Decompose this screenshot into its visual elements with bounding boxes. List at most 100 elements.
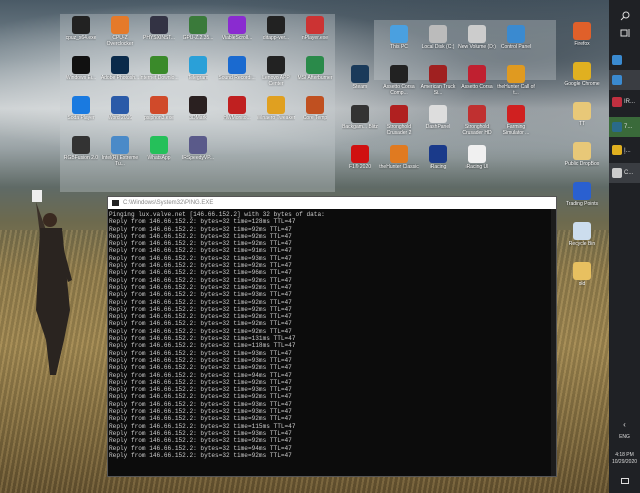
desktop-shortcut[interactable]: RGBFusion 2.0 [61,136,101,176]
desktop-shortcut[interactable]: Local Disk (C:) [418,25,458,65]
shortcut-label: F1® 2020 [348,164,372,170]
shortcut-label: RGBFusion 2.0 [63,155,99,161]
desktop-shortcut[interactable]: Google Chrome [562,62,602,102]
cmd-output[interactable]: Pinging lux.valve.net [146.66.152.2] wit… [108,209,556,461]
desktop-shortcut[interactable]: Control Panel [496,25,536,65]
taskbar-app[interactable]: IR... [609,92,640,112]
desktop-shortcut[interactable]: iRacing UI [457,145,497,185]
desktop-shortcut[interactable]: Windows Ei... [61,56,101,96]
desktop-shortcut[interactable]: Public DropBox [562,142,602,182]
desktop-icons-right: This PC Local Disk (C:) New Volume (D:) Con… [340,25,535,185]
taskbar-app[interactable] [609,70,640,90]
desktop-shortcut[interactable]: Soda Player [61,96,101,136]
desktop-shortcut[interactable]: American Truck Si... [418,65,458,105]
cmd-scrollbar[interactable] [551,209,556,476]
desktop-shortcut[interactable]: theHunter Call of t... [496,65,536,105]
ping-reply-line: Reply from 146.66.152.2: bytes=32 time=9… [109,444,292,452]
desktop-shortcut[interactable]: PHYSXINST... [139,16,179,56]
ping-reply-line: Reply from 146.66.152.2: bytes=32 time=9… [109,225,292,233]
desktop-shortcut[interactable]: New Volume (D:) [457,25,497,65]
app-icon [390,145,408,163]
desktop-shortcut[interactable]: Telegram [178,56,218,96]
desktop-shortcut[interactable]: old [562,262,602,302]
desktop-shortcut[interactable]: nPlayer.exe [295,16,335,56]
shortcut-label: American Truck Si... [420,84,456,96]
cmd-window[interactable]: C:\Windows\System32\PING.EXE Pinging lux… [107,196,557,477]
desktop-shortcut[interactable]: Word 2016 [100,96,140,136]
desktop-shortcut[interactable]: Firefox [562,22,602,62]
desktop-shortcut[interactable]: theHunter Classic [379,145,419,185]
desktop-shortcut[interactable]: MSI Afterburner [295,56,335,96]
desktop-shortcut[interactable]: Recycle Bin [562,222,602,262]
shortcut-label: Farming Simulator ... [502,124,530,136]
app-icon [306,96,324,114]
clock-time[interactable]: 4:18 PM [609,452,640,458]
taskbar-app[interactable] [609,50,640,70]
app-icon [351,65,369,83]
app-icon [228,56,246,74]
shortcut-label: MSI Afterburner [297,75,333,81]
desktop-shortcut[interactable]: Steam [340,65,380,105]
desktop-shortcut[interactable]: iRacing [418,145,458,185]
app-icon [468,105,486,123]
shortcut-label: Sound Recordi... [218,75,256,81]
desktop-shortcut[interactable]: Assetto Corsa [457,65,497,105]
app-icon [351,105,369,123]
ping-header: Pinging lux.valve.net [146.66.152.2] wit… [109,211,325,218]
desktop-shortcut[interactable]: CPU-Z Overclocker [100,16,140,56]
vpn-icon [612,122,622,132]
chevron-up-icon[interactable]: ‹ [609,420,640,429]
desktop-shortcut[interactable]: 3DMark [178,96,218,136]
desktop-shortcut[interactable]: Core Temp [295,96,335,136]
app-icon [573,142,591,160]
taskbar-app[interactable]: إ... [609,140,640,160]
cmd-titlebar[interactable]: C:\Windows\System32\PING.EXE [108,197,556,209]
app-icon [189,16,207,34]
desktop-shortcut[interactable]: Stronghold Crusader 2 [379,105,419,145]
desktop-shortcut[interactable]: IRSpeedyVP... [178,136,218,176]
desktop-shortcut[interactable]: F1® 2020 [340,145,380,185]
wallpaper-figure [32,190,72,375]
shortcut-label: TT [578,121,586,127]
shortcut-label: Core Temp [302,115,328,121]
desktop-shortcut[interactable]: ViableScroll... [217,16,257,56]
taskbar-app[interactable]: C... [609,163,640,183]
desktop-shortcut[interactable]: Backgam... Blitz [340,105,380,145]
language-indicator[interactable]: ENG [609,434,640,440]
app-icon [189,56,207,74]
clock-date[interactable]: 10/29/2020 [609,459,640,465]
task-view-button[interactable] [609,23,640,43]
ping-reply-line: Reply from 146.66.152.2: bytes=32 time=9… [109,415,292,423]
desktop-shortcut[interactable]: Assetto Corsa Comp... [379,65,419,105]
desktop-shortcut[interactable]: Lenovo APP Center [256,56,296,96]
desktop-shortcut[interactable]: Winaero Tweaker [256,96,296,136]
desktop-shortcut[interactable]: Intel(R) Extreme Tu... [100,136,140,176]
desktop-shortcut[interactable]: This PC [379,25,419,65]
app-icon [267,16,285,34]
shortcut-label: theHunter Classic [379,164,419,170]
desktop-shortcut[interactable]: TT [562,102,602,142]
app-icon [573,262,591,280]
ping-reply-line: Reply from 146.66.152.2: bytes=32 time=9… [109,276,292,284]
desktop-shortcut[interactable]: Internet Downlo... [139,56,179,96]
desktop-shortcut[interactable]: Sound Recordi... [217,56,257,96]
desktop-shortcut[interactable]: HWMonito... [217,96,257,136]
ping-reply-line: Reply from 146.66.152.2: bytes=32 time=9… [109,269,292,277]
ping-reply-line: Reply from 146.66.152.2: bytes=32 time=9… [109,283,292,291]
desktop-shortcut[interactable]: Trading Points [562,182,602,222]
desktop-shortcut[interactable]: psiphon3.exe [139,96,179,136]
desktop-shortcut[interactable]: GPU-Z.2.35... [178,16,218,56]
desktop-shortcut[interactable]: Adobe Photosh... [100,56,140,96]
desktop-shortcut[interactable]: ditapp-ver... [256,16,296,56]
taskbar-app-label: C... [624,170,634,176]
desktop-shortcut[interactable]: WhatsApp [139,136,179,176]
shortcut-label: ViableScroll... [221,35,253,41]
desktop-shortcut[interactable]: cpuz_x64.exe [61,16,101,56]
desktop-shortcut[interactable]: Stronghold Crusader HD [457,105,497,145]
app-icon [390,25,408,43]
app-icon [573,182,591,200]
notification-center-icon[interactable] [621,478,629,484]
desktop-shortcut[interactable]: Farming Simulator ... [496,105,536,145]
desktop-shortcut[interactable]: DashPanel [418,105,458,145]
taskbar-app[interactable]: 7... [609,117,640,137]
